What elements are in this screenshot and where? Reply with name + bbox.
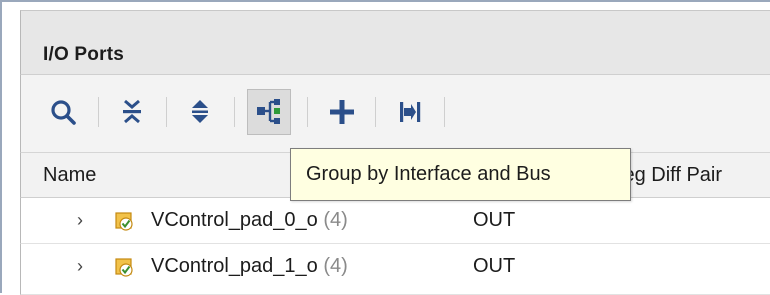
- port-name-text: VControl_pad_1_o: [151, 255, 318, 277]
- port-count: (4): [323, 255, 348, 277]
- collapse-all-icon: [123, 99, 141, 124]
- expand-chevron-icon[interactable]: ›: [77, 244, 83, 289]
- expand-all-button[interactable]: [181, 93, 219, 131]
- toolbar-separator: [444, 97, 445, 127]
- port-direction: OUT: [473, 255, 516, 277]
- group-by-icon: [257, 99, 280, 124]
- toolbar-separator: [98, 97, 99, 127]
- table-row[interactable]: › VControl_pad_1_o (4) OUT: [20, 244, 770, 295]
- plus-icon: [330, 100, 354, 124]
- expand-all-icon: [192, 100, 208, 123]
- expand-chevron-icon[interactable]: ›: [77, 198, 83, 243]
- port-name: VControl_pad_1_o (4): [151, 244, 348, 289]
- group-by-interface-button[interactable]: [247, 89, 291, 135]
- collapse-all-button[interactable]: [113, 93, 151, 131]
- search-button[interactable]: [45, 93, 83, 131]
- port-direction: OUT: [473, 209, 516, 231]
- toolbar-separator: [375, 97, 376, 127]
- table-row[interactable]: › VControl_pad_0_o (4) OUT: [20, 198, 770, 244]
- add-button[interactable]: [323, 93, 361, 131]
- toolbar-separator: [234, 97, 235, 127]
- toolbar: [20, 75, 770, 152]
- port-bus-icon: [115, 212, 133, 231]
- panel-title: I/O Ports: [43, 44, 124, 65]
- auto-assign-icon: [400, 102, 421, 122]
- toolbar-separator: [307, 97, 308, 127]
- toolbar-separator: [166, 97, 167, 127]
- auto-assign-button[interactable]: [391, 93, 429, 131]
- column-header-name[interactable]: Name: [43, 153, 96, 198]
- search-icon: [51, 100, 76, 125]
- panel-title-bar: I/O Ports: [20, 10, 770, 75]
- tooltip: Group by Interface and Bus: [290, 148, 631, 201]
- port-name-text: VControl_pad_0_o: [151, 209, 318, 231]
- port-bus-icon: [115, 258, 133, 277]
- port-name: VControl_pad_0_o (4): [151, 198, 348, 243]
- port-count: (4): [323, 209, 348, 231]
- io-ports-window: I/O Ports Name Neg Diff Pair › VControl_…: [0, 0, 770, 295]
